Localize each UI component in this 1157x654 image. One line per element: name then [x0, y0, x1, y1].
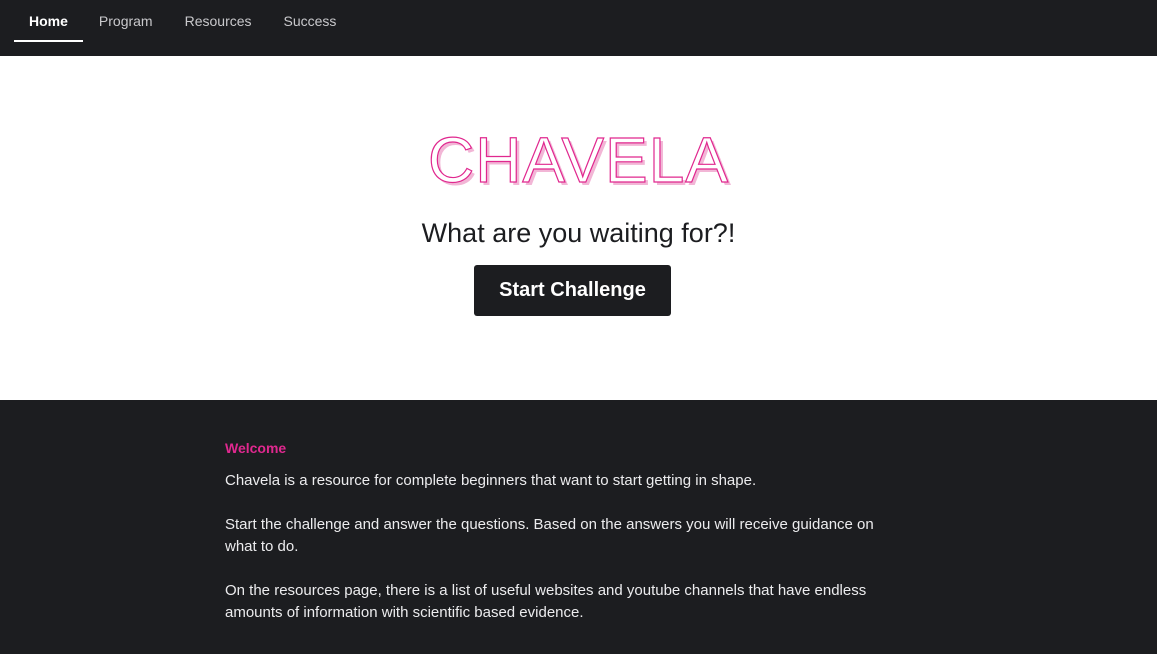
- nav-item-home[interactable]: Home: [14, 0, 83, 42]
- welcome-heading: Welcome: [225, 440, 287, 456]
- hero-tagline: What are you waiting for?!: [421, 218, 736, 248]
- brand-wrap: CHAVELA: [0, 124, 1157, 196]
- welcome-paragraph-intro: Chavela is a resource for complete begin…: [225, 472, 757, 489]
- top-navbar: Home Program Resources Success: [0, 0, 1157, 56]
- hero-section: CHAVELA What are you waiting for?! Start…: [0, 56, 1157, 400]
- brand-title: CHAVELA: [427, 124, 730, 196]
- welcome-paragraph-resources: On the resources page, there is a list o…: [225, 582, 867, 621]
- welcome-content: Welcome Chavela is a resource for comple…: [225, 440, 905, 646]
- nav-list: Home Program Resources Success: [14, 0, 336, 56]
- nav-item-resources[interactable]: Resources: [185, 0, 252, 42]
- welcome-section: Welcome Chavela is a resource for comple…: [0, 400, 1157, 654]
- nav-item-success[interactable]: Success: [284, 0, 337, 42]
- welcome-paragraph-challenge: Start the challenge and answer the quest…: [225, 516, 874, 555]
- start-challenge-button[interactable]: Start Challenge: [474, 265, 671, 316]
- nav-item-program[interactable]: Program: [99, 0, 153, 42]
